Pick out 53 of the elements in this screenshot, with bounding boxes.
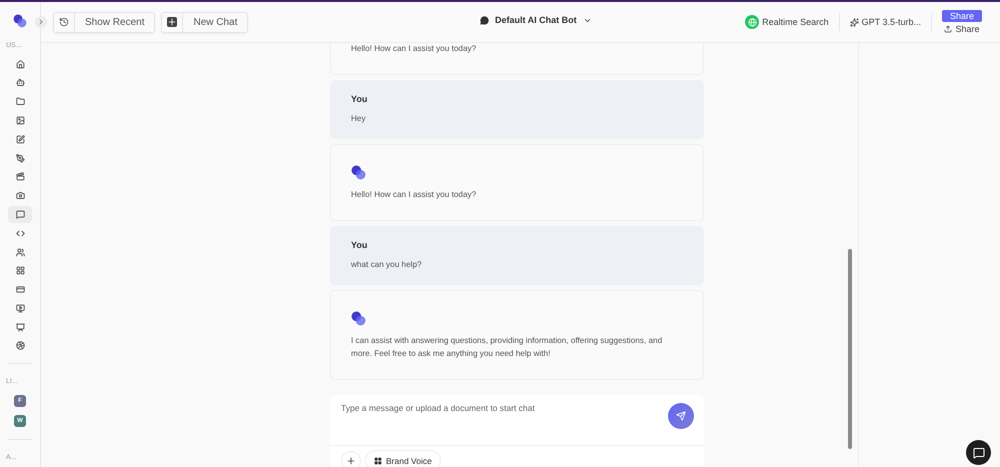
nav-item[interactable] [8, 206, 32, 223]
plus-icon [346, 456, 356, 466]
share-button[interactable]: Share [942, 10, 982, 22]
edit-icon [16, 134, 24, 144]
brand-voice-button[interactable]: Brand Voice [365, 450, 441, 467]
help-chat-button[interactable] [966, 440, 991, 465]
scrollbar-thumb[interactable] [848, 249, 852, 449]
message-composer[interactable]: Type a message or upload a document to start chat Brand Voice [330, 395, 704, 467]
clapperboard-icon [16, 172, 24, 182]
upload-icon [944, 25, 952, 33]
message-text: Hello! How can I assist you today? [351, 189, 478, 201]
message-text: Hey [351, 113, 367, 125]
chat-icon [480, 16, 489, 24]
message-text: I can assist with answering questions, providing information, offering suggestions, and more. Feel free to ask me anything you need help with! [351, 335, 664, 360]
ball-icon [16, 341, 24, 350]
chat-icon [972, 446, 984, 458]
home-icon [16, 60, 24, 69]
users-icon [16, 248, 24, 257]
camera-icon [16, 191, 24, 200]
share-link[interactable]: Share [944, 24, 980, 34]
message-author: You [351, 94, 368, 104]
model-selector[interactable]: GPT 3.5-turb... [850, 17, 921, 27]
logo-icon [351, 165, 366, 180]
history-icon [59, 17, 69, 27]
pen-icon [16, 154, 24, 163]
presentation-icon [16, 322, 24, 332]
chat-icon [16, 210, 24, 219]
folder-icon [16, 97, 24, 106]
code-icon [16, 228, 24, 238]
bot-selector[interactable]: Default AI Chat Bot [474, 14, 598, 26]
logo-icon [13, 14, 27, 28]
message-author: You [351, 240, 368, 250]
message-text: Hello! How can I assist you today? [351, 43, 478, 55]
globe-icon [748, 18, 757, 26]
show-recent-button[interactable]: Show Recent [53, 12, 156, 32]
message-text: what can you help? [351, 259, 423, 271]
send-button[interactable] [668, 403, 694, 429]
message-input[interactable]: Type a message or upload a document to start chat [339, 401, 668, 441]
robot-icon [16, 78, 24, 88]
plus-icon [167, 17, 178, 27]
add-button[interactable] [341, 451, 361, 467]
image-icon [16, 116, 24, 126]
grid-icon [374, 457, 382, 465]
logo-icon [351, 311, 366, 326]
send-icon [676, 411, 686, 421]
realtime-search-toggle[interactable]: Realtime Search [745, 15, 829, 29]
video-icon [16, 304, 24, 313]
sparkle-icon [850, 18, 859, 26]
card-icon [16, 285, 24, 294]
new-chat-button[interactable]: New Chat [161, 12, 248, 32]
chevron-right-icon [37, 18, 45, 26]
grid-icon [16, 266, 24, 276]
expand-toggle[interactable] [35, 16, 47, 28]
